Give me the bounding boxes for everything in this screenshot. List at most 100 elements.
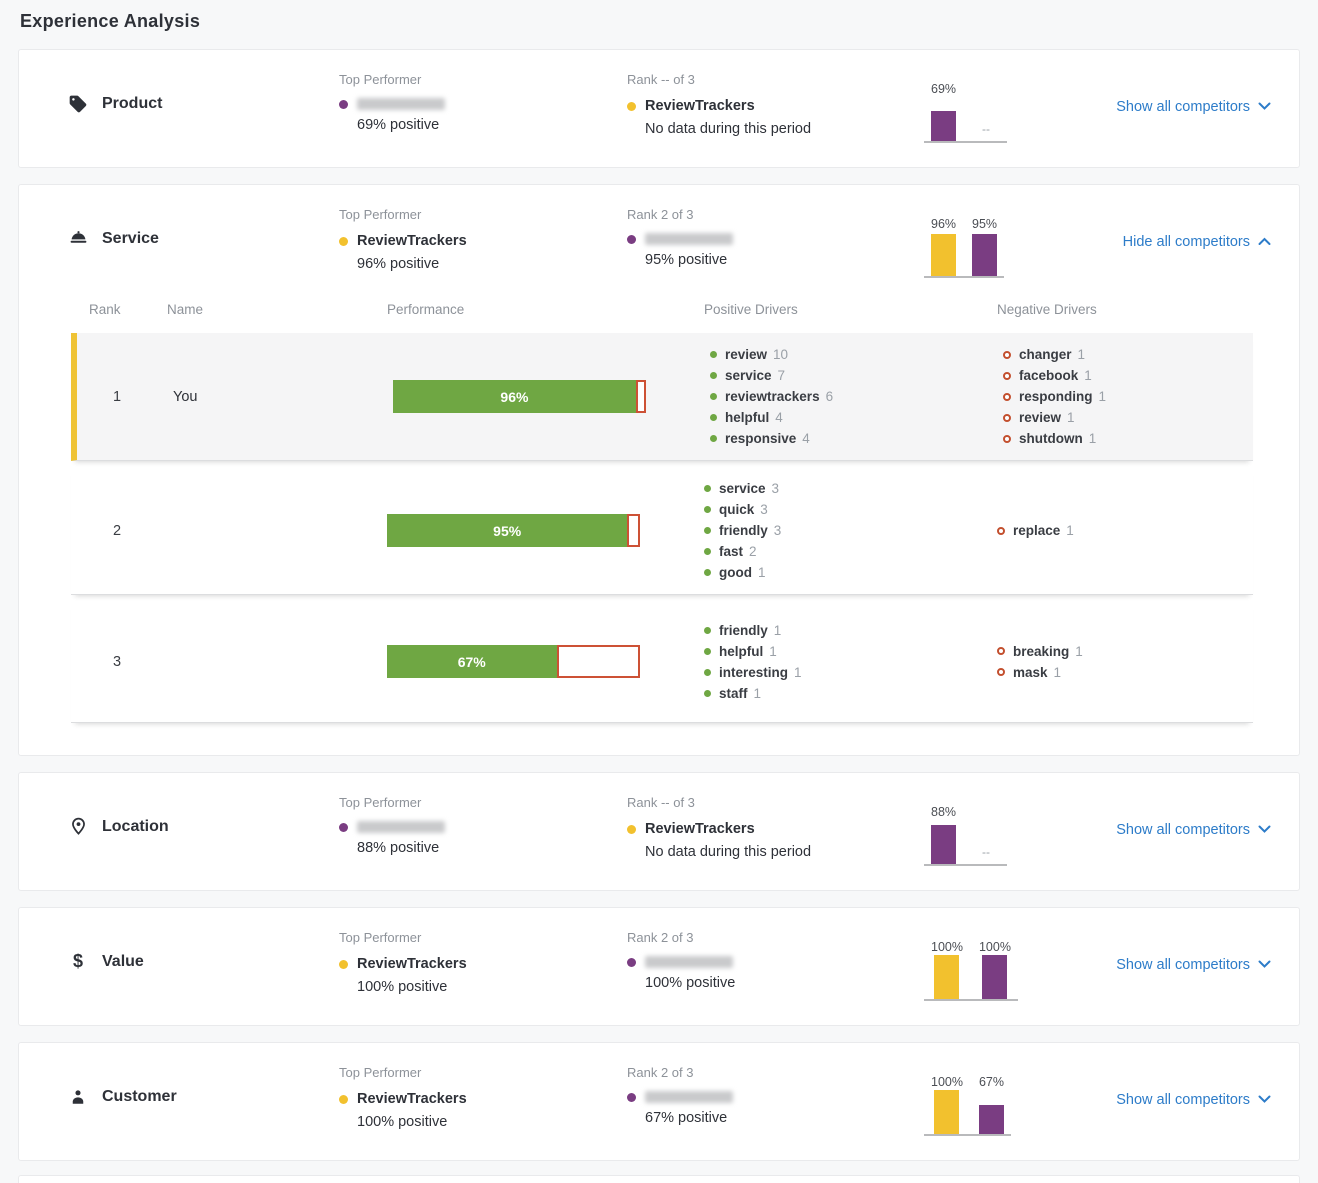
you-name: ReviewTrackers (357, 233, 467, 249)
driver-item: helpful4 (710, 410, 1003, 425)
negative-dot-icon (997, 668, 1005, 676)
hide-all-competitors-link[interactable]: Hide all competitors (1123, 234, 1271, 250)
driver-item: mask1 (997, 665, 1253, 680)
driver-item: quick3 (704, 502, 997, 517)
top-performer-label: Top Performer (339, 1065, 627, 1080)
show-all-competitors-link[interactable]: Show all competitors (1116, 1092, 1271, 1108)
top-performer-score: 96% positive (357, 256, 627, 272)
product-mini-chart: 69% -- (924, 70, 1074, 143)
yellow-bar (931, 234, 956, 276)
value-card: $ Value Top Performer ReviewTrackers 100… (18, 907, 1300, 1026)
show-all-competitors-link[interactable]: Show all competitors (1116, 822, 1271, 838)
blurred-competitor-name (357, 98, 445, 110)
driver-item: review1 (1003, 410, 1253, 425)
positive-dot-icon (704, 527, 711, 534)
driver-item: friendly1 (704, 623, 997, 638)
you-name: ReviewTrackers (645, 821, 755, 837)
chevron-down-icon (1258, 960, 1271, 969)
you-name: ReviewTrackers (645, 98, 755, 114)
purple-bar (982, 955, 1007, 999)
bar-value-label: 95% (972, 217, 997, 231)
positive-dot-icon (704, 648, 711, 655)
driver-item: reviewtrackers6 (710, 389, 1003, 404)
header-rank: Rank (71, 302, 167, 317)
table-row[interactable]: 2 95% service3 quick3 friendly3 fast2 go… (71, 467, 1253, 595)
driver-item: fast2 (704, 544, 997, 559)
table-row[interactable]: 3 67% friendly1 helpful1 interesting1 st… (71, 601, 1253, 723)
rank-cell: 3 (71, 654, 167, 670)
table-row[interactable]: 1 You 96% review10 service7 reviewtracke… (71, 333, 1253, 461)
name-cell: You (173, 389, 393, 405)
negative-dot-icon (1003, 435, 1011, 443)
negative-dot-icon (997, 647, 1005, 655)
service-top-performer: Top Performer ReviewTrackers 96% positiv… (339, 205, 627, 278)
competitor-dot (339, 100, 348, 109)
competitor-dot (627, 1093, 636, 1102)
rank-label: Rank -- of 3 (627, 72, 924, 87)
driver-item: good1 (704, 565, 997, 580)
product-rank: Rank -- of 3 ReviewTrackers No data duri… (627, 70, 924, 143)
bar-value-label: 100% (979, 940, 1011, 954)
you-name: ReviewTrackers (357, 956, 467, 972)
chevron-up-icon (1258, 237, 1271, 246)
purple-bar (979, 1105, 1004, 1134)
category-value: $ Value (67, 951, 339, 979)
negative-drivers-list: breaking1 mask1 (997, 630, 1253, 694)
show-all-competitors-link[interactable]: Show all competitors (1116, 99, 1271, 115)
blurred-competitor-name (357, 821, 445, 833)
driver-item: service3 (704, 481, 997, 496)
purple-bar (931, 111, 956, 141)
service-card: Service Top Performer ReviewTrackers 96%… (18, 184, 1300, 756)
service-rank: Rank 2 of 3 95% positive (627, 205, 924, 278)
performance-fill: 95% (387, 514, 627, 547)
negative-dot-icon (1003, 393, 1011, 401)
blurred-competitor-name (645, 1091, 733, 1103)
negative-dot-icon (1003, 372, 1011, 380)
blurred-competitor-name (645, 233, 733, 245)
purple-bar (972, 234, 997, 276)
rank-label: Rank -- of 3 (627, 795, 924, 810)
driver-item: breaking1 (997, 644, 1253, 659)
positive-dot-icon (704, 485, 711, 492)
you-dot (339, 960, 348, 969)
positive-drivers-list: friendly1 helpful1 interesting1 staff1 (704, 609, 997, 715)
positive-dot-icon (710, 435, 717, 442)
customer-card: Customer Top Performer ReviewTrackers 10… (18, 1042, 1300, 1161)
negative-dot-icon (1003, 414, 1011, 422)
bar-value-label: 88% (931, 805, 956, 819)
value-top-performer: Top Performer ReviewTrackers 100% positi… (339, 928, 627, 1001)
bar-value-label: 100% (931, 940, 963, 954)
driver-item: friendly3 (704, 523, 997, 538)
category-title: Customer (102, 1088, 177, 1106)
no-data-label: -- (972, 845, 1000, 864)
you-dot (627, 102, 636, 111)
category-title: Product (102, 95, 162, 113)
positive-dot-icon (710, 393, 717, 400)
rank-score: 100% positive (645, 975, 924, 991)
positive-dot-icon (704, 690, 711, 697)
positive-dot-icon (710, 414, 717, 421)
top-performer-label: Top Performer (339, 72, 627, 87)
top-performer-label: Top Performer (339, 207, 627, 222)
category-title: Value (102, 953, 144, 971)
show-all-competitors-link[interactable]: Show all competitors (1116, 957, 1271, 973)
location-mini-chart: 88% -- (924, 793, 1074, 866)
driver-item: facebook1 (1003, 368, 1253, 383)
location-card: Location Top Performer 88% positive Rank… (18, 772, 1300, 891)
top-performer-label: Top Performer (339, 795, 627, 810)
location-rank: Rank -- of 3 ReviewTrackers No data duri… (627, 793, 924, 866)
product-card: Product Top Performer 69% positive Rank … (18, 49, 1300, 168)
competitor-dot (627, 235, 636, 244)
rank-score: 95% positive (645, 252, 924, 268)
driver-item: review10 (710, 347, 1003, 362)
rank-detail: No data during this period (645, 121, 924, 137)
blurred-competitor-name (645, 956, 733, 968)
rank-label: Rank 2 of 3 (627, 1065, 924, 1080)
top-performer-score: 69% positive (357, 117, 627, 133)
product-top-performer: Top Performer 69% positive (339, 70, 627, 143)
rank-detail: No data during this period (645, 844, 924, 860)
performance-bar: 96% (393, 380, 646, 413)
positive-dot-icon (704, 548, 711, 555)
bell-icon (67, 228, 89, 250)
competitor-dot (339, 823, 348, 832)
